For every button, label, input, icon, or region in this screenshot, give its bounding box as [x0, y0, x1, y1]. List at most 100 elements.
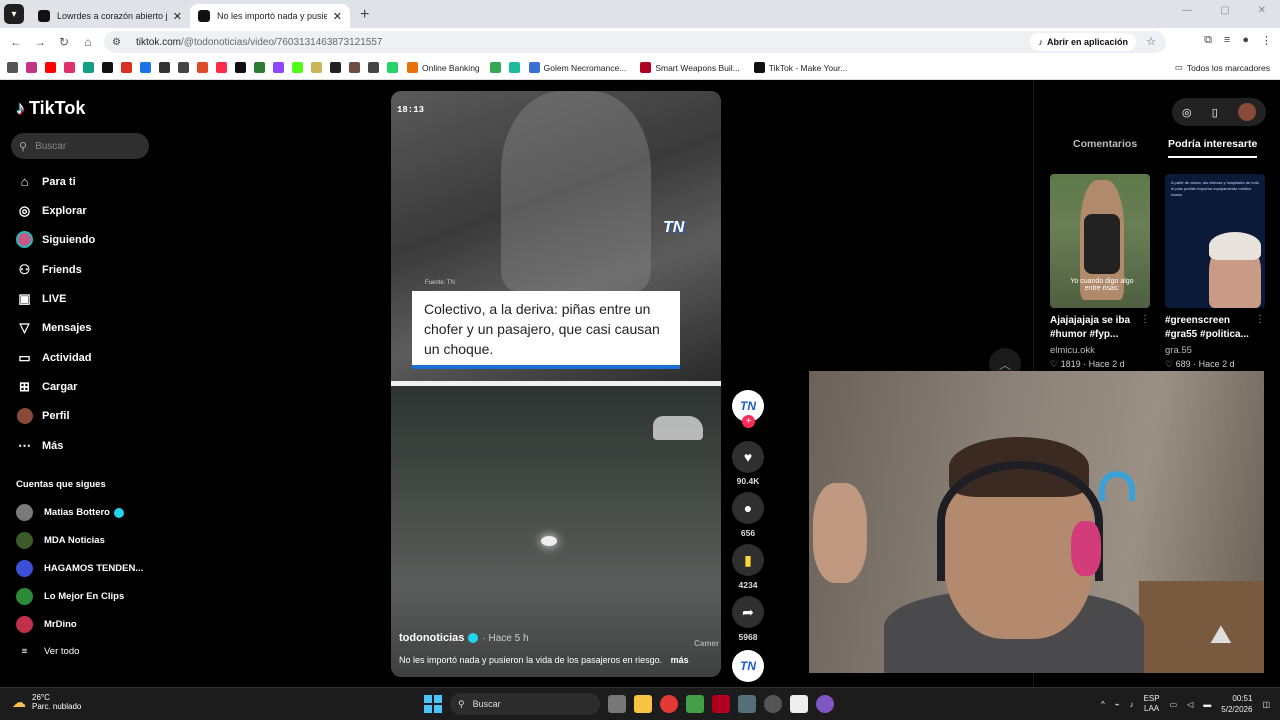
nav-siguiendo[interactable]: Siguiendo	[16, 231, 95, 248]
bookmark-golem[interactable]: Golem Necromance...	[528, 62, 626, 73]
bookmark-icon[interactable]	[311, 62, 322, 73]
following-item[interactable]: HAGAMOS TENDEN...	[16, 560, 143, 577]
nav-para-ti[interactable]: ⌂ Para ti	[16, 173, 76, 190]
bookmark-smart-weapons[interactable]: Smart Weapons Buil...	[640, 62, 740, 73]
bookmark-icon[interactable]	[178, 62, 189, 73]
microphone-icon[interactable]: ♪	[1130, 700, 1134, 709]
video-player[interactable]: 18:13 TN Fuente: TN Colectivo, a la deri…	[391, 91, 721, 677]
bookmark-icon[interactable]	[368, 62, 379, 73]
user-avatar[interactable]	[1237, 103, 1256, 121]
close-window-icon[interactable]: ✕	[1258, 5, 1266, 16]
weather-widget[interactable]: ☁ 26°C Parc. nublado	[12, 693, 81, 711]
nav-mas[interactable]: ⋯ Más	[16, 437, 63, 454]
bookmark-icon[interactable]	[349, 62, 360, 73]
share-button[interactable]: ➦	[732, 596, 764, 628]
music-disc-avatar[interactable]: TN	[732, 650, 764, 682]
menu-dots-icon[interactable]: ⋮	[1261, 34, 1272, 47]
bookmark-icon[interactable]	[508, 62, 520, 73]
file-explorer-icon[interactable]	[634, 695, 652, 713]
bookmark-star-icon[interactable]: ☆	[1146, 35, 1156, 48]
nav-explorar[interactable]: ◎ Explorar	[16, 202, 87, 219]
nav-friends[interactable]: ⚇ Friends	[16, 261, 82, 278]
bookmark-icon[interactable]	[159, 62, 170, 73]
browser-tab-1[interactable]: Lowrdes a corazón abierto junt ✕	[30, 4, 190, 28]
comment-button[interactable]: ●	[732, 492, 764, 524]
apps-grid-icon[interactable]	[7, 62, 18, 73]
chevron-up-icon[interactable]: ^	[1101, 700, 1105, 709]
kick-icon[interactable]	[292, 62, 303, 73]
nav-actividad[interactable]: ▭ Actividad	[16, 349, 91, 366]
back-icon[interactable]: ←	[4, 35, 28, 49]
nav-cargar[interactable]: ⊞ Cargar	[16, 378, 77, 395]
battery-icon[interactable]: ▬	[1203, 700, 1211, 709]
capcut-icon[interactable]	[790, 695, 808, 713]
close-tab-icon[interactable]: ✕	[173, 10, 182, 23]
new-tab-icon[interactable]: +	[360, 6, 369, 24]
following-item[interactable]: MDA Noticias	[16, 532, 105, 549]
browser-tab-2[interactable]: No les importó nada y pusiero ✕	[190, 4, 350, 28]
home-browser-icon[interactable]: ⌂	[76, 35, 100, 49]
windows-start-icon[interactable]	[424, 695, 442, 713]
following-item[interactable]: MrDino	[16, 616, 77, 633]
notifications-icon[interactable]: ◫	[1262, 700, 1270, 709]
suggested-video-card[interactable]: Yo cuando digo algo entre risas: Ajajaja…	[1050, 174, 1150, 370]
maximize-icon[interactable]: ▢	[1220, 5, 1229, 16]
site-info-icon[interactable]: ⚙	[112, 37, 126, 48]
forward-icon[interactable]: →	[28, 35, 52, 49]
bookmark-icon[interactable]	[330, 62, 341, 73]
author-name[interactable]: todonoticias	[399, 632, 464, 644]
wifi-icon[interactable]: ▭	[1170, 700, 1178, 709]
compass-icon[interactable]: ◎	[1182, 106, 1192, 119]
tab-comentarios[interactable]: Comentarios	[1073, 138, 1137, 156]
app-icon[interactable]	[712, 695, 730, 713]
more-options-icon[interactable]: ⋮	[1255, 314, 1265, 325]
video-author[interactable]: todonoticias · Hace 5 h	[399, 632, 529, 644]
bookmark-icon[interactable]	[254, 62, 265, 73]
music-icon[interactable]	[216, 62, 227, 73]
nav-mensajes[interactable]: ▽ Mensajes	[16, 319, 92, 336]
minimize-icon[interactable]: —	[1182, 5, 1192, 16]
twitch-icon[interactable]	[273, 62, 284, 73]
nav-live[interactable]: ▣ LIVE	[16, 290, 66, 307]
open-in-app-button[interactable]: ♪ Abrir en aplicación	[1030, 33, 1136, 51]
instagram-icon[interactable]	[26, 62, 37, 73]
phone-icon[interactable]: ▯	[1212, 106, 1218, 119]
bookmark-icon[interactable]	[83, 62, 94, 73]
youtube-icon[interactable]	[45, 62, 56, 73]
app-icon[interactable]	[738, 695, 756, 713]
address-bar[interactable]: ⚙ tiktok.com /@todonoticias/video/760313…	[104, 31, 1166, 53]
tiktok-icon[interactable]	[235, 62, 246, 73]
bookmark-tiktok[interactable]: TikTok - Make Your...	[753, 62, 847, 73]
profile-icon[interactable]: ●	[1242, 34, 1249, 47]
all-bookmarks[interactable]: ▭ Todos los marcadores	[1175, 62, 1270, 73]
follow-plus-icon[interactable]: +	[742, 415, 755, 428]
following-item[interactable]: Lo Mejor En Clips	[16, 588, 124, 605]
chrome-icon[interactable]	[660, 695, 678, 713]
x-icon[interactable]	[102, 62, 113, 73]
app-icon[interactable]	[764, 695, 782, 713]
volume-icon[interactable]: ◁	[1187, 700, 1193, 709]
bookmark-icon[interactable]	[197, 62, 208, 73]
network-icon[interactable]: ⌁	[1115, 700, 1120, 709]
nav-perfil[interactable]: Perfil	[16, 407, 70, 424]
bookmark-icon[interactable]	[140, 62, 151, 73]
following-item[interactable]: Matias Bottero	[16, 504, 124, 521]
extensions-icon[interactable]: ⧉	[1204, 34, 1212, 47]
suggested-video-card[interactable]: A partir de ahora, las clínicas y hospit…	[1165, 174, 1265, 370]
tab-podria-interesarte[interactable]: Podría interesarte	[1168, 138, 1258, 158]
netflix-icon[interactable]	[121, 62, 132, 73]
language-indicator[interactable]: ESP LAA	[1144, 694, 1160, 714]
tiktok-logo[interactable]: ♪ TikTok	[16, 98, 85, 119]
reload-icon[interactable]: ↻	[52, 35, 76, 49]
like-button[interactable]: ♥	[732, 441, 764, 473]
more-button[interactable]: más	[671, 655, 689, 665]
sheets-icon[interactable]	[489, 62, 501, 73]
bookmark-online-banking[interactable]: Online Banking	[407, 62, 480, 73]
whatsapp-icon[interactable]	[387, 62, 398, 73]
app-icon[interactable]	[816, 695, 834, 713]
see-all-link[interactable]: ≡ Ver todo	[16, 646, 80, 657]
more-options-icon[interactable]: ⋮	[1140, 314, 1150, 325]
app-icon[interactable]	[686, 695, 704, 713]
taskbar-search[interactable]: ⚲ Buscar	[450, 693, 600, 715]
save-button[interactable]: ▮	[732, 544, 764, 576]
